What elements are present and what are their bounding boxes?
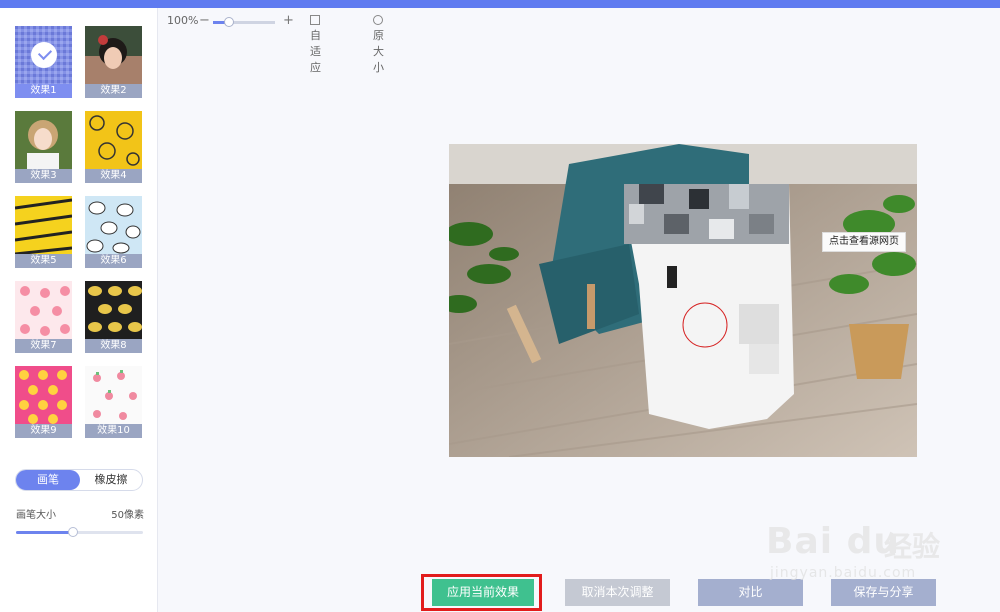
brush-size-value: 50像素 bbox=[111, 510, 144, 521]
effect-preview-9 bbox=[15, 366, 72, 424]
edit-canvas-image[interactable] bbox=[449, 144, 917, 457]
apply-effect-button[interactable]: 应用当前效果 bbox=[432, 579, 534, 606]
fit-button[interactable]: 自适应 bbox=[310, 14, 323, 75]
fit-label: 自适应 bbox=[310, 29, 321, 74]
zoom-value: 100% bbox=[167, 14, 199, 27]
effect-thumb-10[interactable]: 效果10 bbox=[85, 366, 142, 438]
effect-thumb-2[interactable]: 效果2 bbox=[85, 26, 142, 98]
fit-icon bbox=[310, 15, 320, 25]
view-source-tooltip[interactable]: 点击查看源网页 bbox=[822, 232, 906, 252]
watermark-url: jingyan.baidu.com bbox=[770, 565, 917, 581]
zoom-in-button[interactable]: + bbox=[283, 14, 294, 28]
original-size-label: 原大小 bbox=[373, 29, 384, 74]
effect-label: 效果6 bbox=[85, 254, 142, 268]
effects-sidebar: 效果1 效果2 效果3 效果4 效果5 效果6 效果7 效果8 效果9 效果10… bbox=[0, 8, 158, 612]
effect-label: 效果5 bbox=[15, 254, 72, 268]
effect-preview-4 bbox=[85, 111, 142, 169]
effect-label: 效果4 bbox=[85, 169, 142, 183]
brush-size-label: 画笔大小 bbox=[16, 510, 56, 521]
cancel-adjust-button[interactable]: 取消本次调整 bbox=[565, 579, 670, 606]
zoom-out-button[interactable]: − bbox=[199, 14, 210, 28]
magnifier-icon bbox=[373, 15, 383, 25]
brush-size-fill bbox=[16, 531, 74, 534]
effect-preview-8 bbox=[85, 281, 142, 339]
zoom-slider[interactable] bbox=[213, 17, 275, 27]
effect-preview-2 bbox=[85, 26, 142, 84]
brush-mode-toggle: 画笔 橡皮擦 bbox=[15, 469, 143, 491]
baidu-jingyan-watermark: Bai du 经验 jingyan.baidu.com bbox=[764, 505, 994, 590]
brush-size-handle[interactable] bbox=[68, 527, 79, 537]
brush-size-slider[interactable] bbox=[16, 527, 143, 537]
effect-label: 效果1 bbox=[15, 84, 72, 98]
selected-check-icon bbox=[31, 42, 57, 68]
effect-thumb-6[interactable]: 效果6 bbox=[85, 196, 142, 268]
effect-thumb-3[interactable]: 效果3 bbox=[15, 111, 72, 183]
effect-preview-3 bbox=[15, 111, 72, 169]
effect-preview-5 bbox=[15, 196, 72, 254]
effect-thumb-4[interactable]: 效果4 bbox=[85, 111, 142, 183]
effect-label: 效果9 bbox=[15, 424, 72, 438]
brush-tab[interactable]: 画笔 bbox=[16, 470, 80, 490]
effect-preview-6 bbox=[85, 196, 142, 254]
effect-preview-7 bbox=[15, 281, 72, 339]
effect-preview-10 bbox=[85, 366, 142, 424]
effect-label: 效果10 bbox=[85, 424, 142, 438]
original-size-button[interactable]: 原大小 bbox=[373, 14, 386, 75]
zoom-handle[interactable] bbox=[223, 17, 234, 27]
effect-label: 效果7 bbox=[15, 339, 72, 353]
eraser-tab[interactable]: 橡皮擦 bbox=[79, 470, 143, 490]
effect-thumb-8[interactable]: 效果8 bbox=[85, 281, 142, 353]
effect-thumb-7[interactable]: 效果7 bbox=[15, 281, 72, 353]
effect-thumb-5[interactable]: 效果5 bbox=[15, 196, 72, 268]
effect-label: 效果2 bbox=[85, 84, 142, 98]
effect-label: 效果3 bbox=[15, 169, 72, 183]
effect-label: 效果8 bbox=[85, 339, 142, 353]
effect-thumb-9[interactable]: 效果9 bbox=[15, 366, 72, 438]
watermark-brand: Bai du bbox=[766, 521, 901, 562]
mosaic-photo bbox=[449, 144, 917, 457]
top-bar bbox=[0, 0, 1000, 8]
watermark-cn: 经验 bbox=[884, 530, 941, 563]
effect-preview-1 bbox=[15, 26, 72, 84]
effect-thumb-1[interactable]: 效果1 bbox=[15, 26, 72, 98]
